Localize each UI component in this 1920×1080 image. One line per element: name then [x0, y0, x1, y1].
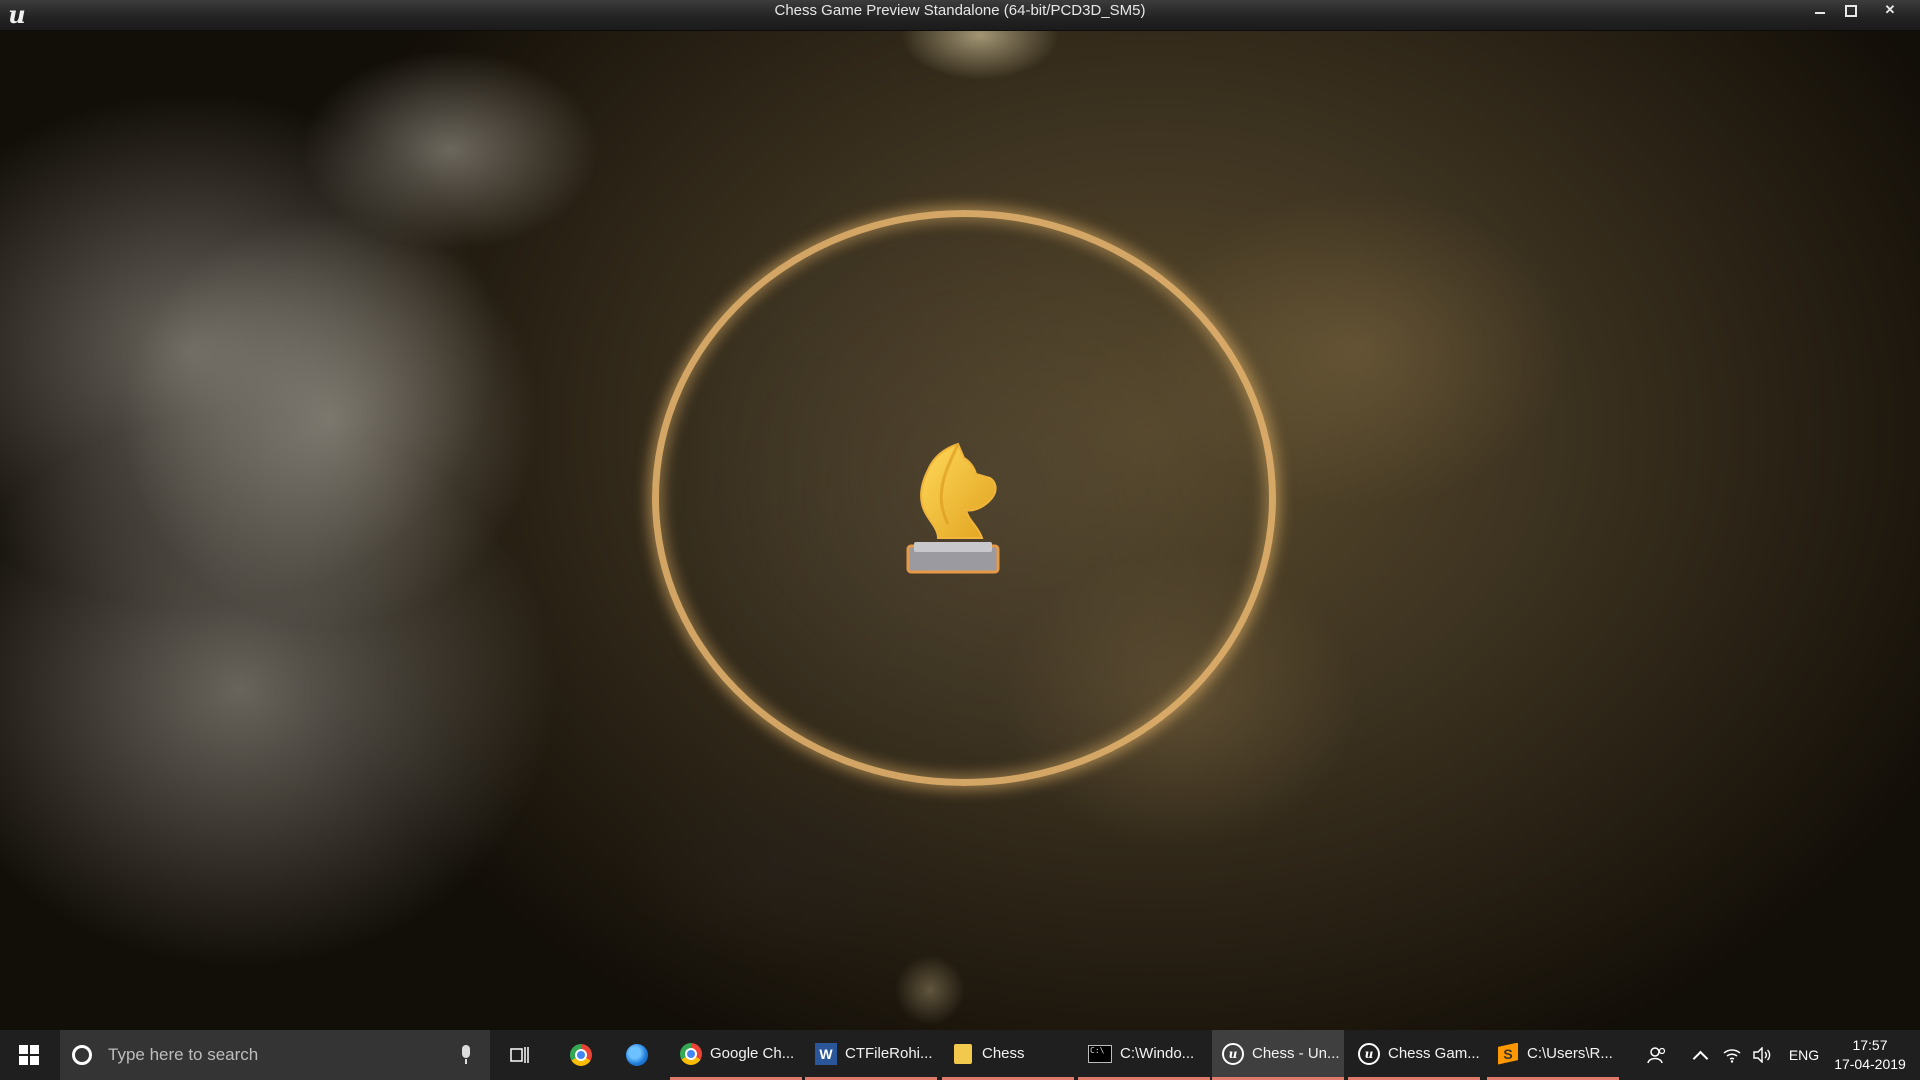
background-texture [620, 770, 940, 970]
pinned-firefox[interactable] [616, 1030, 658, 1080]
show-hidden-icons-button[interactable] [1685, 1030, 1715, 1080]
smoke-effect [120, 210, 540, 630]
taskbar-app-sublime[interactable]: S C:\Users\R... [1487, 1030, 1619, 1080]
taskbar-app-word[interactable]: W CTFileRohi... [805, 1030, 937, 1080]
smoke-effect [300, 50, 600, 250]
word-icon: W [815, 1042, 837, 1065]
chrome-icon [680, 1042, 702, 1065]
taskbar-app-label: C:\Users\R... [1527, 1045, 1613, 1062]
volume-button[interactable] [1747, 1030, 1777, 1080]
taskbar-app-label: Chess [982, 1045, 1025, 1062]
taskbar-app-label: CTFileRohi... [845, 1045, 933, 1062]
taskbar-app-chrome[interactable]: Google Ch... [670, 1030, 802, 1080]
taskbar-app-explorer[interactable]: Chess [942, 1030, 1074, 1080]
firefox-icon [626, 1044, 648, 1066]
task-view-button[interactable] [500, 1030, 540, 1080]
cmd-icon: C:\ [1088, 1044, 1112, 1063]
light-glow [900, 30, 1060, 80]
taskbar-app-label: C:\Windo... [1120, 1045, 1195, 1062]
chrome-icon [570, 1044, 592, 1066]
window-title: Chess Game Preview Standalone (64-bit/PC… [774, 2, 1146, 19]
clock[interactable]: 17:57 17-04-2019 [1825, 1030, 1915, 1080]
microphone-icon[interactable] [460, 1045, 472, 1065]
taskbar: Type here to search Google Ch... W CTFil… [0, 1030, 1920, 1080]
close-icon: ✕ [1884, 2, 1896, 17]
close-button[interactable]: ✕ [1875, 0, 1905, 20]
clock-time: 17:57 [1852, 1037, 1888, 1053]
restore-button[interactable] [1836, 0, 1866, 20]
speaker-icon [1753, 1047, 1771, 1063]
pinned-chrome[interactable] [560, 1030, 602, 1080]
chess-knight-icon [906, 442, 1000, 574]
windows-logo-icon [19, 1045, 39, 1065]
chevron-up-icon [1692, 1050, 1708, 1066]
taskbar-app-label: Google Ch... [710, 1045, 795, 1062]
taskbar-app-label: Chess Gam... [1388, 1045, 1480, 1062]
people-button[interactable] [1640, 1030, 1674, 1080]
taskbar-app-cmd[interactable]: C:\ C:\Windo... [1078, 1030, 1210, 1080]
lens-flare [895, 955, 965, 1025]
search-box[interactable]: Type here to search [60, 1030, 490, 1080]
taskbar-app-label: Chess - Un... [1252, 1045, 1340, 1062]
search-placeholder: Type here to search [108, 1045, 259, 1064]
taskbar-app-unreal-editor[interactable]: u Chess - Un... [1212, 1030, 1344, 1080]
knight-head [920, 442, 997, 539]
start-button[interactable] [0, 1030, 58, 1080]
cortana-icon [72, 1045, 92, 1065]
game-window: u Chess Game Preview Standalone (64-bit/… [0, 0, 1920, 1030]
knight-base-top [914, 542, 992, 552]
input-language[interactable]: ENG [1784, 1030, 1824, 1080]
folder-icon [954, 1043, 972, 1064]
game-viewport[interactable] [0, 30, 1920, 1030]
task-view-icon [510, 1047, 529, 1063]
taskbar-app-chess-game[interactable]: u Chess Gam... [1348, 1030, 1480, 1080]
restore-icon [1845, 4, 1857, 17]
minimize-icon [1815, 11, 1825, 14]
clock-date: 17-04-2019 [1834, 1056, 1906, 1072]
wifi-icon [1723, 1049, 1741, 1063]
network-button[interactable] [1717, 1030, 1747, 1080]
minimize-button[interactable] [1805, 0, 1835, 20]
title-bar[interactable]: u Chess Game Preview Standalone (64-bit/… [0, 0, 1920, 31]
unreal-engine-icon: u [1222, 1042, 1244, 1065]
unreal-engine-icon: u [1358, 1042, 1380, 1065]
sublime-text-icon: S [1498, 1042, 1518, 1065]
people-icon [1647, 1047, 1666, 1064]
